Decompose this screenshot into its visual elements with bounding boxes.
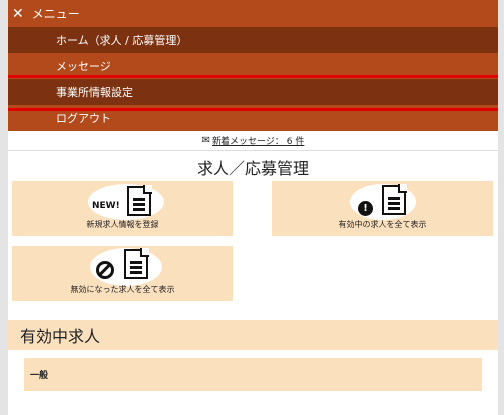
menu-item-label: ログアウト [56,112,111,125]
selection-highlight [2,75,502,111]
new-messages-label: 新着メッセージ： [212,137,284,147]
close-icon[interactable]: ✕ [12,6,24,22]
document-icon [124,248,149,279]
menu-item-home[interactable]: ホーム（求人 / 応募管理） [8,27,498,53]
active-jobs-card[interactable]: ! 有効中の求人を全て表示 [272,181,493,236]
menu-item-label: メッセージ [56,60,111,73]
exclamation-icon: ! [358,201,373,216]
new-badge: NEW! [92,201,120,211]
card-label: 有効中の求人を全て表示 [338,220,427,229]
job-group-general[interactable]: 一般 [24,358,482,391]
new-messages-count: 6 件 [286,137,305,147]
document-icon [382,184,407,215]
new-job-card[interactable]: NEW! 新規求人情報を登録 [12,181,233,236]
prohibited-icon [96,261,114,279]
inactive-jobs-card[interactable]: 無効になった求人を全て表示 [12,246,233,301]
new-messages-link[interactable]: 新着メッセージ： 6 件 [212,134,304,147]
card-label: 新規求人情報を登録 [86,220,159,229]
page-title: 求人／応募管理 [196,159,309,178]
menu-header: ✕ メニュー [0,0,504,27]
menu-title: メニュー [31,7,80,21]
active-jobs-section-title: 有効中求人 [8,320,498,350]
mail-icon: ✉ [201,135,211,146]
menu-item-label: ホーム（求人 / 応募管理） [56,34,188,47]
document-icon [127,185,152,216]
new-messages-notice: ✉ 新着メッセージ： 6 件 [8,131,498,151]
job-group-label: 一般 [30,371,49,381]
card-label: 無効になった求人を全て表示 [70,285,175,294]
